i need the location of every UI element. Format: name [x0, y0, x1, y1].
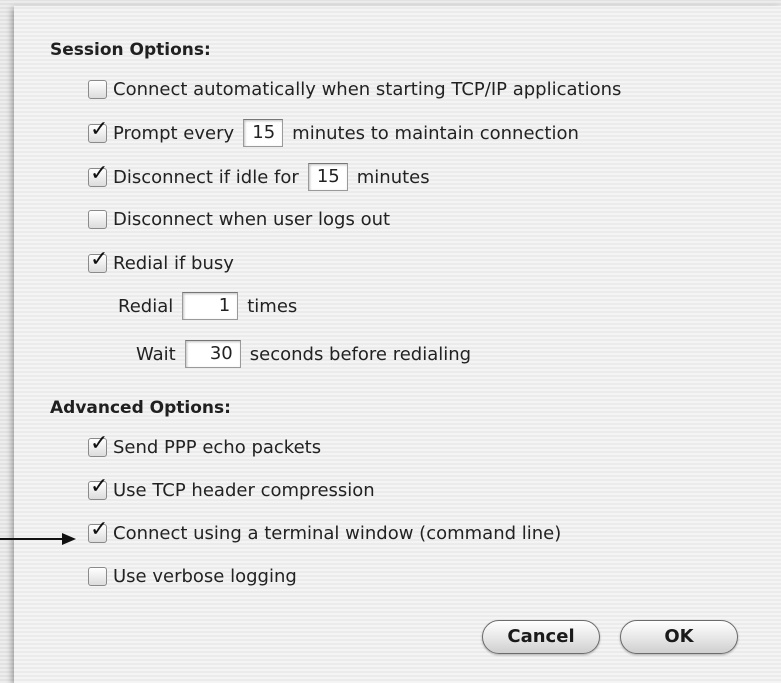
disconnect-idle-row[interactable]: ✓ Disconnect if idle for 15 minutes	[88, 162, 430, 191]
checkmark-icon: ✓	[90, 116, 109, 142]
ok-button[interactable]: OK	[620, 620, 738, 654]
verbose-logging-label: Use verbose logging	[113, 566, 297, 587]
disconnect-idle-suffix: minutes	[356, 166, 430, 188]
disconnect-idle-label: Disconnect if idle for	[113, 166, 299, 188]
prompt-minutes-field[interactable]: 15	[243, 119, 284, 147]
disconnect-logout-label: Disconnect when user logs out	[113, 209, 391, 230]
verbose-logging-row[interactable]: Use verbose logging	[88, 566, 297, 587]
ppp-echo-checkbox[interactable]: ✓	[88, 433, 108, 457]
checkmark-icon: ✓	[90, 474, 109, 499]
connect-auto-label: Connect automatically when starting TCP/…	[113, 79, 622, 100]
disconnect-idle-checkbox[interactable]: ✓	[88, 162, 108, 187]
advanced-options-heading: Advanced Options:	[50, 398, 231, 418]
wait-seconds-field[interactable]: 30	[184, 340, 241, 368]
checkmark-icon: ✓	[90, 247, 109, 272]
cancel-button[interactable]: Cancel	[482, 620, 600, 654]
tcp-compression-row[interactable]: ✓ Use TCP header compression	[88, 476, 375, 501]
terminal-window-checkbox[interactable]: ✓	[88, 519, 108, 543]
redial-busy-checkbox[interactable]: ✓	[88, 249, 108, 273]
prompt-every-suffix: minutes to maintain connection	[292, 122, 579, 144]
checkmark-icon: ✓	[90, 431, 109, 456]
terminal-window-row[interactable]: ✓ Connect using a terminal window (comma…	[88, 519, 562, 544]
ppp-echo-row[interactable]: ✓ Send PPP echo packets	[88, 433, 322, 458]
verbose-logging-checkbox[interactable]	[88, 567, 107, 586]
wait-row: Wait 30 seconds before redialing	[136, 340, 471, 368]
checkmark-icon: ✓	[90, 160, 109, 186]
disconnect-logout-row[interactable]: Disconnect when user logs out	[88, 209, 390, 230]
disconnect-logout-checkbox[interactable]	[88, 210, 107, 229]
wait-suffix: seconds before redialing	[249, 343, 472, 365]
redial-times-row: Redial 1 times	[118, 292, 297, 320]
tcp-compression-label: Use TCP header compression	[113, 480, 375, 501]
redial-busy-label: Redial if busy	[113, 253, 234, 274]
checkmark-icon: ✓	[90, 517, 109, 542]
redial-busy-row[interactable]: ✓ Redial if busy	[88, 249, 234, 274]
redial-times-label: Redial	[118, 295, 174, 317]
prompt-every-checkbox[interactable]: ✓	[88, 118, 108, 143]
wait-label: Wait	[136, 343, 176, 365]
session-options-heading: Session Options:	[50, 40, 211, 60]
tcp-compression-checkbox[interactable]: ✓	[88, 476, 108, 500]
idle-minutes-field[interactable]: 15	[307, 163, 348, 191]
connect-auto-row[interactable]: Connect automatically when starting TCP/…	[88, 79, 621, 100]
prompt-every-row[interactable]: ✓ Prompt every 15 minutes to maintain co…	[88, 118, 579, 147]
terminal-window-label: Connect using a terminal window (command…	[113, 523, 562, 544]
callout-arrow-icon	[62, 533, 76, 545]
connect-auto-checkbox[interactable]	[88, 80, 107, 99]
prompt-every-label: Prompt every	[113, 122, 235, 144]
callout-arrow-line	[0, 538, 64, 540]
redial-times-field[interactable]: 1	[182, 292, 239, 320]
ppp-echo-label: Send PPP echo packets	[113, 437, 322, 458]
redial-times-suffix: times	[247, 295, 298, 317]
